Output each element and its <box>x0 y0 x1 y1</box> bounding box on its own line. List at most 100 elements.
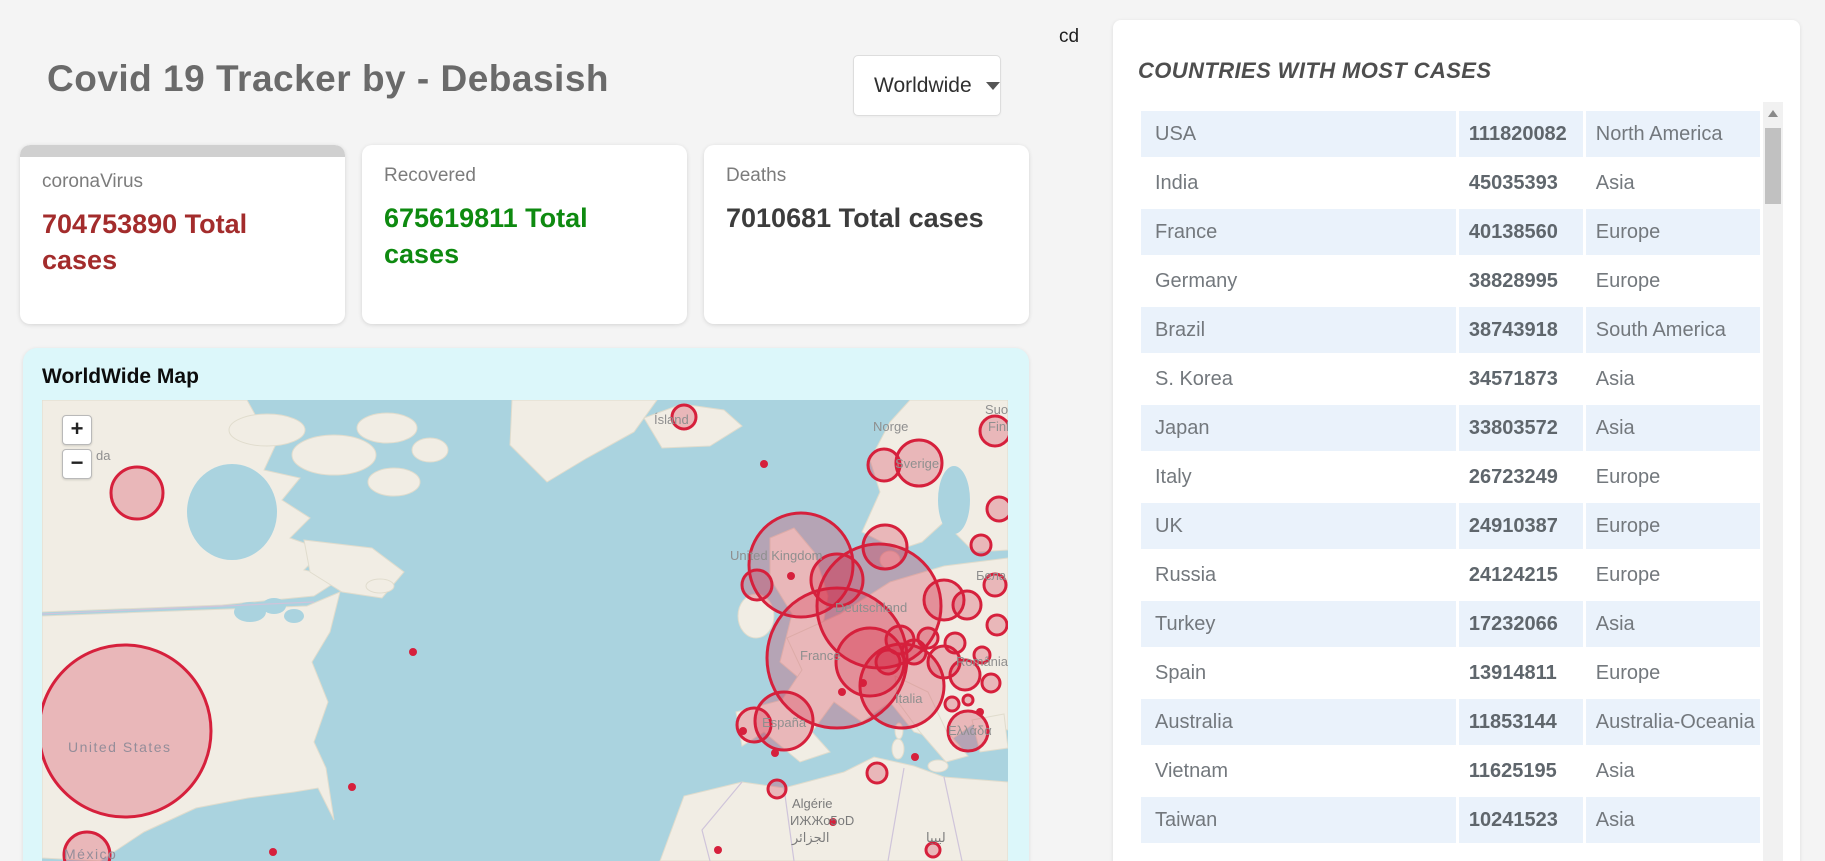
case-circle[interactable] <box>985 613 1008 637</box>
cell-country: UK <box>1138 500 1459 552</box>
case-dot[interactable] <box>859 679 867 687</box>
countries-panel: COUNTRIES WITH MOST CASES USA 111820082 No… <box>1113 20 1800 861</box>
case-dot[interactable] <box>760 460 768 468</box>
card-label: coronaVirus <box>42 171 144 192</box>
case-circle[interactable] <box>109 465 165 521</box>
table-row[interactable]: S. Korea 34571873 Asia <box>1138 353 1764 405</box>
case-circle[interactable] <box>980 672 1002 694</box>
case-circle[interactable] <box>943 695 961 713</box>
table-row[interactable]: Taiwan 10241523 Asia <box>1138 794 1764 846</box>
cell-country: Taiwan <box>1138 794 1459 846</box>
cell-continent: Asia <box>1582 402 1764 454</box>
case-dot[interactable] <box>787 572 795 580</box>
leaflet-map[interactable]: da Ísland Norge Sverige Suomi Finland United K… <box>42 400 1008 861</box>
case-dot[interactable] <box>771 749 779 757</box>
table-row[interactable]: Australia 11853144 Australia-Oceania <box>1138 696 1764 748</box>
zoom-out-button[interactable]: − <box>62 449 92 479</box>
map-label: Бела <box>976 568 1007 583</box>
cell-continent: Asia <box>1582 794 1764 846</box>
case-circle[interactable] <box>924 841 942 859</box>
table-row[interactable]: Italy 26723249 Europe <box>1138 451 1764 503</box>
zoom-in-button[interactable]: + <box>62 415 92 445</box>
map-label: Deutschland <box>835 600 907 615</box>
case-circle[interactable] <box>922 578 966 622</box>
case-dot[interactable] <box>911 753 919 761</box>
case-dot[interactable] <box>838 688 846 696</box>
page-title: Covid 19 Tracker by - Debasish <box>47 58 610 99</box>
table-row[interactable]: Germany 38828995 Europe <box>1138 255 1764 307</box>
map-label: ИЖЖо5оD <box>790 813 854 828</box>
map-label: Suomi <box>985 402 1008 417</box>
cell-continent: South America <box>1582 304 1764 356</box>
cell-continent: North America <box>1582 108 1764 160</box>
card-recovered[interactable]: Recovered 675619811 Total cases <box>362 145 687 324</box>
card-value: 7010681 Total cases <box>726 203 984 233</box>
table-row[interactable]: UK 24910387 Europe <box>1138 500 1764 552</box>
case-circle[interactable] <box>916 626 940 650</box>
case-circle[interactable] <box>961 693 975 707</box>
case-circle[interactable] <box>985 495 1008 523</box>
table-row[interactable]: Vietnam 11625195 Asia <box>1138 745 1764 797</box>
case-dot[interactable] <box>739 727 747 735</box>
cell-country: India <box>1138 157 1459 209</box>
map-label: United Kingdom <box>730 548 823 563</box>
cell-cases: 17232066 <box>1455 598 1586 650</box>
cell-country: Japan <box>1138 402 1459 454</box>
scrollbar-thumb[interactable] <box>1765 128 1781 204</box>
landmass <box>367 467 421 497</box>
case-dot[interactable] <box>269 848 277 856</box>
cell-cases: 38828995 <box>1455 255 1586 307</box>
cell-country: Russia <box>1138 549 1459 601</box>
table-scrollbar[interactable] <box>1763 102 1783 861</box>
cell-cases: 26723249 <box>1455 451 1586 503</box>
cell-country: Spain <box>1138 647 1459 699</box>
table-row[interactable]: India 45035393 Asia <box>1138 157 1764 209</box>
case-circle[interactable] <box>943 631 967 655</box>
map-label: الجزائر <box>791 830 830 846</box>
table-row[interactable]: USA 111820082 North America <box>1138 108 1764 160</box>
card-body: Recovered 675619811 Total cases <box>362 145 687 272</box>
map-title: WorldWide Map <box>42 365 199 388</box>
landmass <box>291 434 377 476</box>
cell-country: Brazil <box>1138 304 1459 356</box>
case-circle[interactable] <box>858 642 946 730</box>
case-circle[interactable] <box>740 568 774 602</box>
case-circle[interactable] <box>42 643 213 819</box>
great-lake <box>284 609 304 623</box>
cell-cases: 111820082 <box>1455 108 1586 160</box>
case-circle[interactable] <box>766 778 788 800</box>
case-dot[interactable] <box>409 648 417 656</box>
case-dot[interactable] <box>976 708 984 716</box>
map-label: France <box>800 648 840 663</box>
card-deaths[interactable]: Deaths 7010681 Total cases <box>704 145 1029 324</box>
table-row[interactable]: France 40138560 Europe <box>1138 206 1764 258</box>
cell-continent: Europe <box>1582 500 1764 552</box>
cell-cases: 10241523 <box>1455 794 1586 846</box>
case-circle[interactable] <box>865 761 889 785</box>
cell-cases: 40138560 <box>1455 206 1586 258</box>
great-lake <box>262 598 286 614</box>
table-row[interactable]: Turkey 17232066 Asia <box>1138 598 1764 650</box>
map-label: Italia <box>895 691 923 706</box>
scrollbar-up-arrow-icon[interactable] <box>1768 110 1778 117</box>
floating-text-cd: cd <box>1059 26 1080 47</box>
cell-country: Germany <box>1138 255 1459 307</box>
case-dot[interactable] <box>348 783 356 791</box>
case-dot[interactable] <box>714 846 722 854</box>
cell-continent: Asia <box>1582 598 1764 650</box>
cell-country: S. Korea <box>1138 353 1459 405</box>
cell-cases: 34571873 <box>1455 353 1586 405</box>
table-row[interactable]: Brazil 38743918 South America <box>1138 304 1764 356</box>
map-label: da <box>96 448 111 463</box>
cell-cases: 33803572 <box>1455 402 1586 454</box>
table-row[interactable]: Japan 33803572 Asia <box>1138 402 1764 454</box>
table-row[interactable]: Russia 24124215 Europe <box>1138 549 1764 601</box>
card-coronavirus[interactable]: coronaVirus 704753890 Total cases <box>20 145 345 324</box>
region-dropdown[interactable]: Worldwide <box>853 55 1001 116</box>
case-circle[interactable] <box>969 533 993 557</box>
landmass <box>365 578 395 594</box>
cell-cases: 38743918 <box>1455 304 1586 356</box>
landmass <box>356 412 418 444</box>
table-row[interactable]: Spain 13914811 Europe <box>1138 647 1764 699</box>
cell-cases: 11625195 <box>1455 745 1586 797</box>
